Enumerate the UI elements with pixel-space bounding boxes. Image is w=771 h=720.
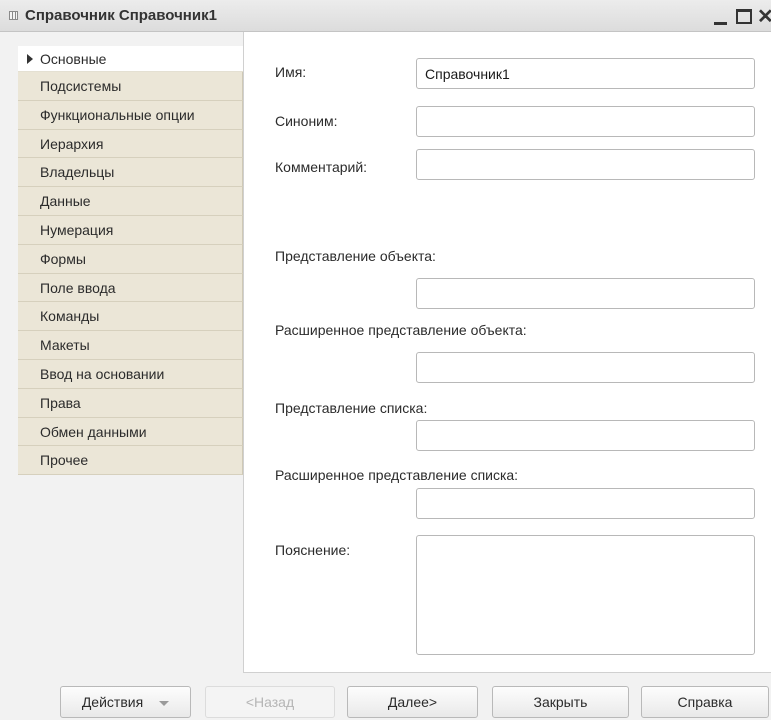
next-button[interactable]: Далее>	[347, 686, 478, 718]
comment-label: Комментарий:	[275, 159, 368, 175]
tab-rights[interactable]: Права	[18, 388, 243, 418]
tab-label: Нумерация	[40, 221, 114, 238]
window-titlebar: Справочник Справочник1 ✕	[0, 0, 771, 32]
tab-forms[interactable]: Формы	[18, 244, 243, 274]
tab-other[interactable]: Прочее	[18, 446, 243, 476]
tab-label: Поле ввода	[40, 279, 116, 296]
tab-label: Подсистемы	[40, 78, 122, 94]
tab-functional-options[interactable]: Функциональные опции	[18, 100, 243, 130]
minimize-icon[interactable]	[710, 4, 730, 28]
tab-label: Ввод на основании	[40, 365, 165, 382]
tab-data[interactable]: Данные	[18, 187, 243, 216]
chevron-down-icon[interactable]	[159, 700, 170, 706]
tab-label: Обмен данными	[40, 423, 147, 440]
tab-label: Владельцы	[40, 164, 115, 181]
ext-object-presentation-field[interactable]	[416, 352, 755, 383]
list-presentation-label: Представление списка:	[275, 400, 428, 416]
tab-label: Макеты	[40, 337, 90, 354]
tab-label: Команды	[40, 308, 100, 325]
tab-label: Формы	[40, 250, 86, 267]
tab-owners[interactable]: Владельцы	[18, 158, 243, 188]
tab-label: Функциональные опции	[40, 106, 195, 123]
ext-object-presentation-label: Расширенное представление объекта:	[275, 322, 527, 338]
tab-subsystems[interactable]: Подсистемы	[18, 72, 243, 101]
synonym-label: Синоним:	[275, 113, 338, 129]
name-label: Имя:	[275, 64, 307, 80]
tab-templates[interactable]: Макеты	[18, 331, 243, 360]
help-button[interactable]: Справка	[641, 686, 769, 718]
tab-numbering[interactable]: Нумерация	[18, 215, 243, 245]
list-presentation-field[interactable]	[416, 420, 755, 451]
tab-label: Прочее	[40, 452, 89, 469]
object-presentation-label: Представление объекта:	[275, 248, 436, 264]
tab-hierarchy[interactable]: Иерархия	[18, 129, 243, 159]
ext-list-presentation-label: Расширенное представление списка:	[275, 467, 519, 483]
window-title: Справочник Справочник1	[25, 7, 217, 24]
tab-data-exchange[interactable]: Обмен данными	[18, 417, 243, 447]
synonym-field[interactable]	[416, 106, 755, 137]
tab-commands[interactable]: Команды	[18, 302, 243, 332]
tab-basic[interactable]: Основные	[18, 46, 243, 72]
actions-button[interactable]: Действия	[60, 686, 191, 718]
triangle-right-icon	[27, 54, 33, 64]
tab-input-by-basis[interactable]: Ввод на основании	[18, 359, 243, 389]
back-button[interactable]: <Назад	[205, 686, 335, 718]
close-icon[interactable]: ✕	[757, 4, 771, 28]
tab-input-field[interactable]: Поле ввода	[18, 273, 243, 303]
ext-list-presentation-field[interactable]	[416, 488, 755, 519]
explanation-field[interactable]	[416, 535, 755, 655]
tab-label: Основные	[40, 51, 107, 67]
tab-label: Данные	[40, 193, 91, 210]
maximize-icon[interactable]	[734, 4, 754, 28]
tab-label: Права	[40, 394, 81, 411]
explanation-label: Пояснение:	[275, 542, 351, 558]
object-presentation-field[interactable]	[416, 278, 755, 309]
tab-list: Основные Подсистемы Функциональные опции…	[18, 46, 243, 476]
close-button[interactable]: Закрыть	[492, 686, 629, 718]
name-field[interactable]	[416, 58, 755, 89]
actions-button-label: Действия	[81, 694, 144, 710]
tab-label: Иерархия	[40, 135, 104, 152]
comment-field[interactable]	[416, 149, 755, 180]
table-icon	[9, 11, 18, 20]
